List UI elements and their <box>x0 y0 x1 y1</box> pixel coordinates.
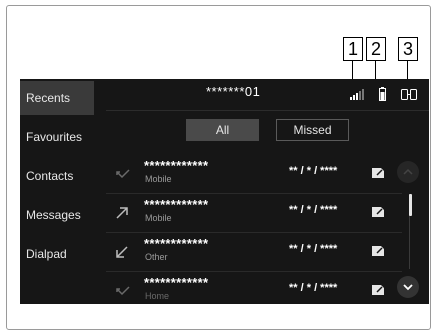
callout-1: 1 <box>343 37 363 61</box>
sidebar-item-label: Recents <box>26 91 71 105</box>
sidebar-item-label: Dialpad <box>26 247 67 261</box>
header-divider <box>106 110 429 111</box>
sidebar-item-messages[interactable]: Messages <box>20 198 94 232</box>
list-item[interactable]: ************ Home ** / * / **** <box>106 272 402 304</box>
call-date: ** / * / **** <box>289 204 338 216</box>
contact-name: ************ <box>144 197 209 212</box>
signal-strength-icon <box>350 89 364 100</box>
sidebar-item-label: Favourites <box>26 130 83 144</box>
scroll-up-button[interactable] <box>397 161 419 183</box>
sidebar: Recents Favourites Contacts Messages Dia… <box>20 79 98 304</box>
call-incoming-icon <box>116 286 130 296</box>
scroll-down-button[interactable] <box>397 276 419 298</box>
call-outgoing-icon <box>116 207 128 219</box>
call-date: ** / * / **** <box>289 165 338 177</box>
phone-screen: Recents Favourites Contacts Messages Dia… <box>20 79 429 304</box>
number-type: Mobile <box>145 174 172 184</box>
message-compose-icon[interactable] <box>371 206 385 218</box>
message-compose-icon[interactable] <box>371 284 385 296</box>
list-item[interactable]: ************ Mobile ** / * / **** <box>106 194 402 233</box>
contact-name: ************ <box>144 236 209 251</box>
tab-missed[interactable]: Missed <box>276 119 349 141</box>
number-type: Home <box>145 291 170 301</box>
contact-name: ************ <box>144 275 209 290</box>
callout-3: 3 <box>398 37 418 61</box>
contact-name: ************ <box>144 158 209 173</box>
sidebar-item-label: Messages <box>26 208 81 222</box>
battery-icon <box>379 87 386 101</box>
call-date: ** / * / **** <box>289 282 338 294</box>
call-incoming-icon <box>116 246 128 258</box>
sidebar-item-recents[interactable]: Recents <box>20 81 94 115</box>
chevron-down-icon <box>403 284 413 291</box>
phone-connected-icon <box>401 89 417 100</box>
sidebar-item-dialpad[interactable]: Dialpad <box>20 237 94 271</box>
message-compose-icon[interactable] <box>371 245 385 257</box>
chevron-up-icon <box>403 168 413 175</box>
connected-phone-name: *******01 <box>206 84 261 99</box>
message-compose-icon[interactable] <box>371 167 385 179</box>
sidebar-item-contacts[interactable]: Contacts <box>20 159 94 193</box>
tab-all[interactable]: All <box>186 119 259 141</box>
number-type: Other <box>145 252 168 262</box>
number-type: Mobile <box>145 213 172 223</box>
scrollbar-thumb[interactable] <box>409 194 412 216</box>
sidebar-item-label: Contacts <box>26 169 74 183</box>
call-date: ** / * / **** <box>289 243 338 255</box>
callout-2: 2 <box>366 37 386 61</box>
call-incoming-icon <box>116 169 130 179</box>
list-item[interactable]: ************ Other ** / * / **** <box>106 233 402 272</box>
list-item[interactable]: ************ Mobile ** / * / **** <box>106 155 402 194</box>
sidebar-item-favourites[interactable]: Favourites <box>20 120 94 154</box>
